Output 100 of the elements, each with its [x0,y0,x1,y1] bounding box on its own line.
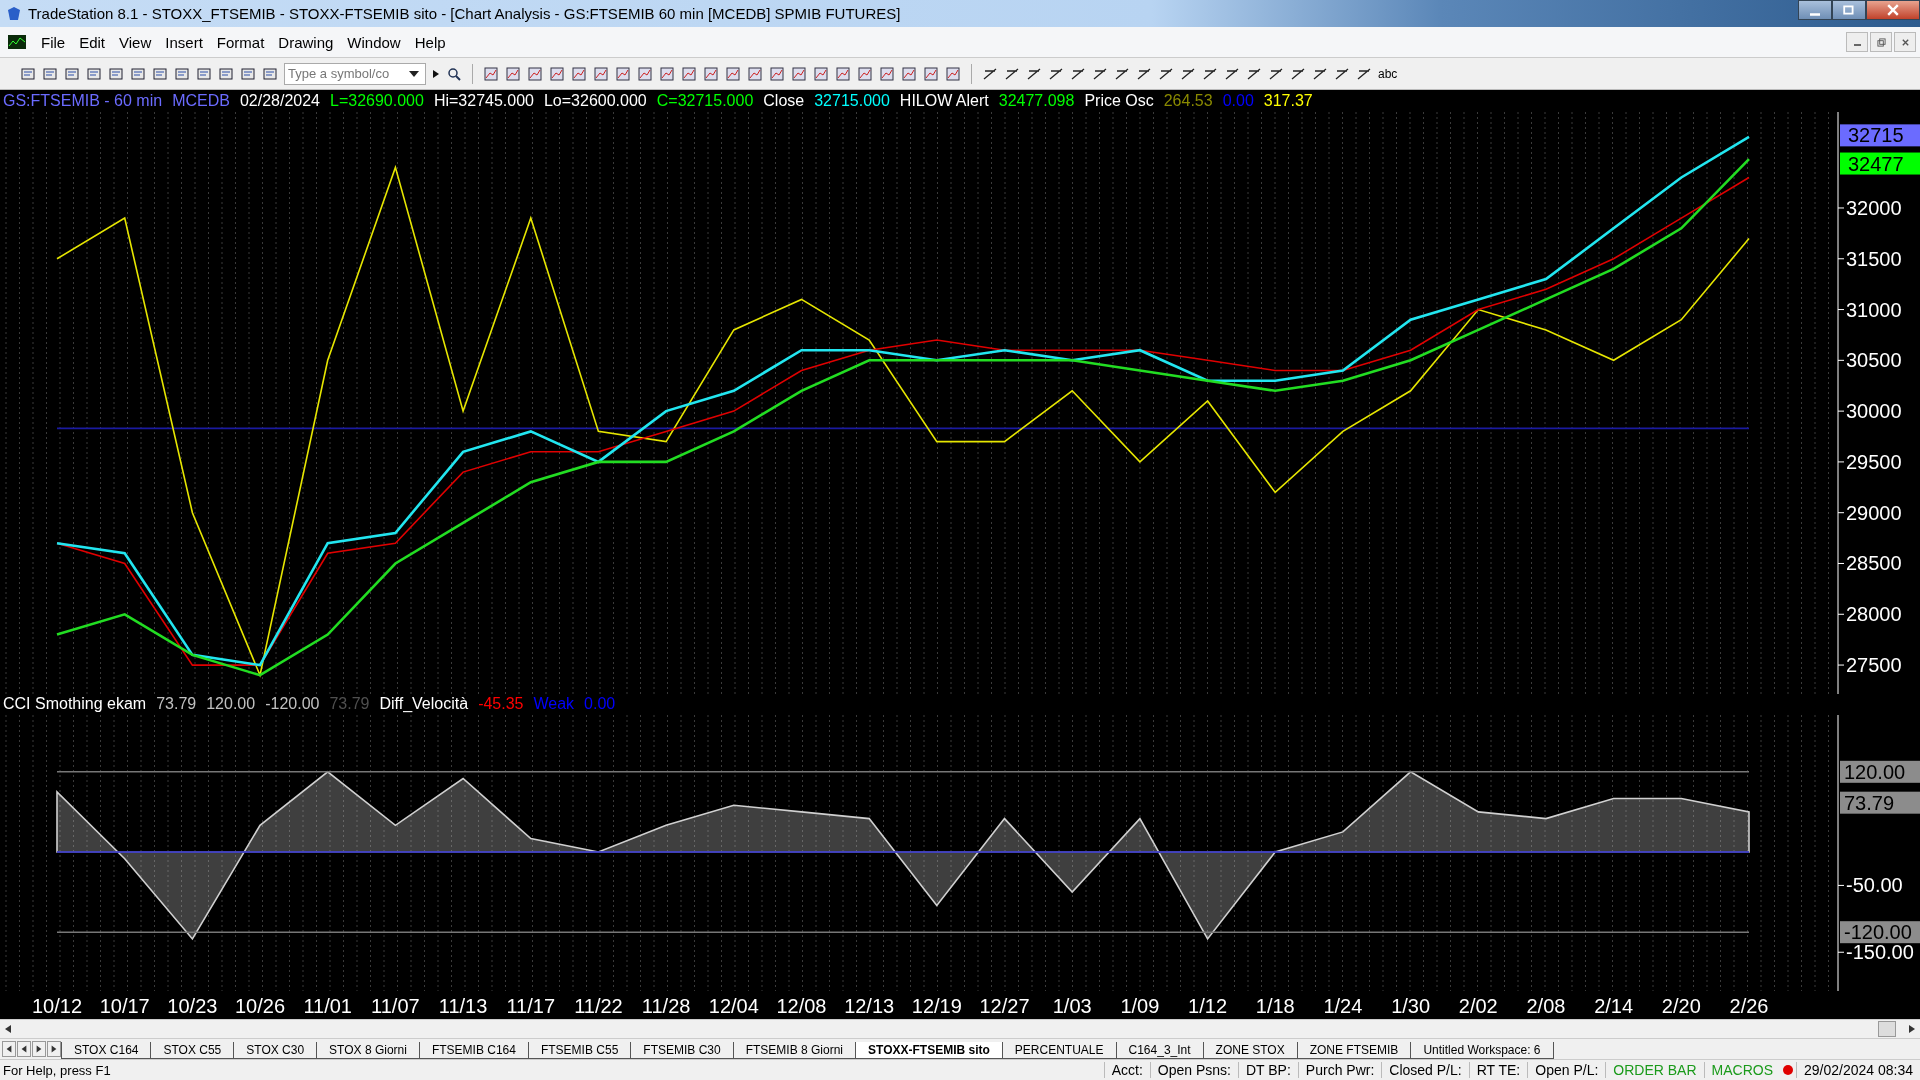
minimize-button[interactable] [1798,0,1832,20]
header-value: Weak [533,695,575,714]
list-icon[interactable] [196,65,212,82]
chart-icon[interactable] [615,65,631,82]
menu-item[interactable]: Edit [72,33,113,51]
scroll-right-icon[interactable] [1908,1024,1916,1034]
date-label: 12/27 [979,995,1030,1017]
axis-label: -50.00 [1837,874,1903,897]
close-icon [1900,37,1910,47]
status-pane: Open P/L: [1527,1062,1606,1078]
close-button[interactable] [1866,0,1920,20]
date-label: 1/12 [1188,995,1228,1017]
workspace-tab[interactable]: ZONE FTSEMIB [1296,1042,1412,1059]
date-label: 12/04 [708,995,759,1017]
header-value: -120.00 [265,695,320,714]
chart-icon[interactable] [549,65,565,82]
axis-label: 30500 [1837,348,1902,371]
scroll-thumb[interactable] [1878,1021,1896,1037]
date-label: 2/14 [1594,995,1634,1017]
workspace-tab[interactable]: FTSEMIB C55 [527,1042,632,1059]
date-label: 10/23 [167,995,218,1017]
date-label: 11/28 [641,995,691,1017]
chart-icon[interactable] [593,65,609,82]
header-value: GS:FTSEMIB - 60 min [3,91,163,110]
price-tag: 32477 [1840,152,1920,175]
scroll-left-icon[interactable] [4,1024,12,1034]
chart-icon[interactable] [571,65,587,82]
value-tag: -120.00 [1840,921,1920,944]
workspace-tab[interactable]: Untitled Workspace: 6 [1410,1042,1554,1059]
close-icon [1887,4,1899,16]
status-pane: Acct: [1103,1062,1150,1078]
close-button[interactable] [1894,32,1916,52]
symbol-field[interactable]: Type a symbol/co [284,62,426,85]
workspace-tab[interactable]: PERCENTUALE [1001,1042,1117,1059]
tab-scroll-icon[interactable] [47,1041,61,1057]
workspace-tab[interactable]: STOX C164 [61,1042,152,1059]
date-label: 1/09 [1120,995,1160,1017]
menu-item[interactable]: Insert [158,33,210,51]
workspace-tab[interactable]: STOX 8 Giorni [316,1042,420,1059]
workspace-tab[interactable]: STOX C55 [150,1042,235,1059]
axis-label: -150.00 [1837,941,1914,964]
restore-icon [1876,37,1886,47]
workspace-tab[interactable]: FTSEMIB C164 [418,1042,529,1059]
window-icon[interactable] [483,65,499,82]
search-icon[interactable] [446,65,462,82]
tab-scroll-icon[interactable] [2,1041,16,1057]
workspace-tab[interactable]: FTSEMIB C30 [630,1042,734,1059]
date-label: 12/13 [844,995,895,1017]
header-value: 120.00 [206,695,256,714]
date-label: 2/08 [1526,995,1566,1017]
list-icon[interactable] [174,65,190,82]
header-value: Hi=32745.000 [433,91,534,110]
maximize-button[interactable] [1832,0,1866,20]
chart-logo-icon [8,35,26,49]
window-icon[interactable] [505,65,521,82]
workspace-tab[interactable]: FTSEMIB 8 Giorni [732,1042,857,1059]
date-label: 1/18 [1255,995,1295,1017]
menu-item[interactable]: Window [340,33,408,51]
header-value: L=32690.000 [330,91,424,110]
date-label: 1/03 [1052,995,1092,1017]
date-label: 11/22 [574,995,623,1017]
app-logo-icon [6,5,22,22]
tab-scroll-icon[interactable] [32,1041,46,1057]
legend-label: CCI Smothing ekam [3,695,147,714]
chart-icon[interactable] [637,65,653,82]
chart-icon[interactable] [879,65,895,82]
workspace-tab[interactable]: ZONE STOX [1202,1042,1298,1059]
tab-scroll-icon[interactable] [17,1041,31,1057]
text-tool[interactable]: abc [1378,66,1398,81]
menu-item[interactable]: Help [407,33,453,51]
workspace-tab[interactable]: STOXX-FTSEMIB sito [855,1042,1003,1059]
workspace-tab[interactable]: C164_3_Int [1115,1042,1204,1059]
header-value: 32715.000 [814,91,890,110]
axis-label: 29000 [1837,501,1902,524]
date-label: 11/13 [438,995,488,1017]
date-label: 12/19 [911,995,962,1017]
axis-label: 29500 [1837,450,1902,473]
axis-label: 28000 [1837,602,1902,625]
date-label: 2/02 [1458,995,1498,1017]
date-label: 11/17 [506,995,556,1017]
maximize-icon [1843,4,1855,16]
minimize-button[interactable] [1846,32,1868,52]
play-icon[interactable] [432,68,440,79]
workspace-tab[interactable]: STOX C30 [233,1042,318,1059]
dropdown-icon [409,70,419,77]
menu-item[interactable]: Drawing [271,33,341,51]
date-label: 10/12 [31,995,83,1017]
axis-label: 28500 [1837,552,1902,574]
menu-item[interactable]: View [112,33,159,51]
header-value: 32477.098 [998,91,1075,110]
axis-label: 30000 [1837,399,1902,422]
menu-item[interactable]: Format [209,33,272,51]
window-icon[interactable] [923,65,939,82]
restore-button[interactable] [1870,32,1892,52]
window-title: TradeStation 8.1 - STOXX_FTSEMIB - STOXX-FTSEMIB sito - [Chart Analysis - GS:FTSEMIB 60 min [MCEDB] SPMIB FUTURES] [28,5,901,22]
status-text: For Help, press F1 [2,1062,111,1078]
status-pane: Open Psns: [1149,1062,1238,1078]
menu-item[interactable]: File [34,33,73,51]
status-pane: ORDER BAR [1605,1062,1704,1078]
chart-icon[interactable] [681,65,697,82]
